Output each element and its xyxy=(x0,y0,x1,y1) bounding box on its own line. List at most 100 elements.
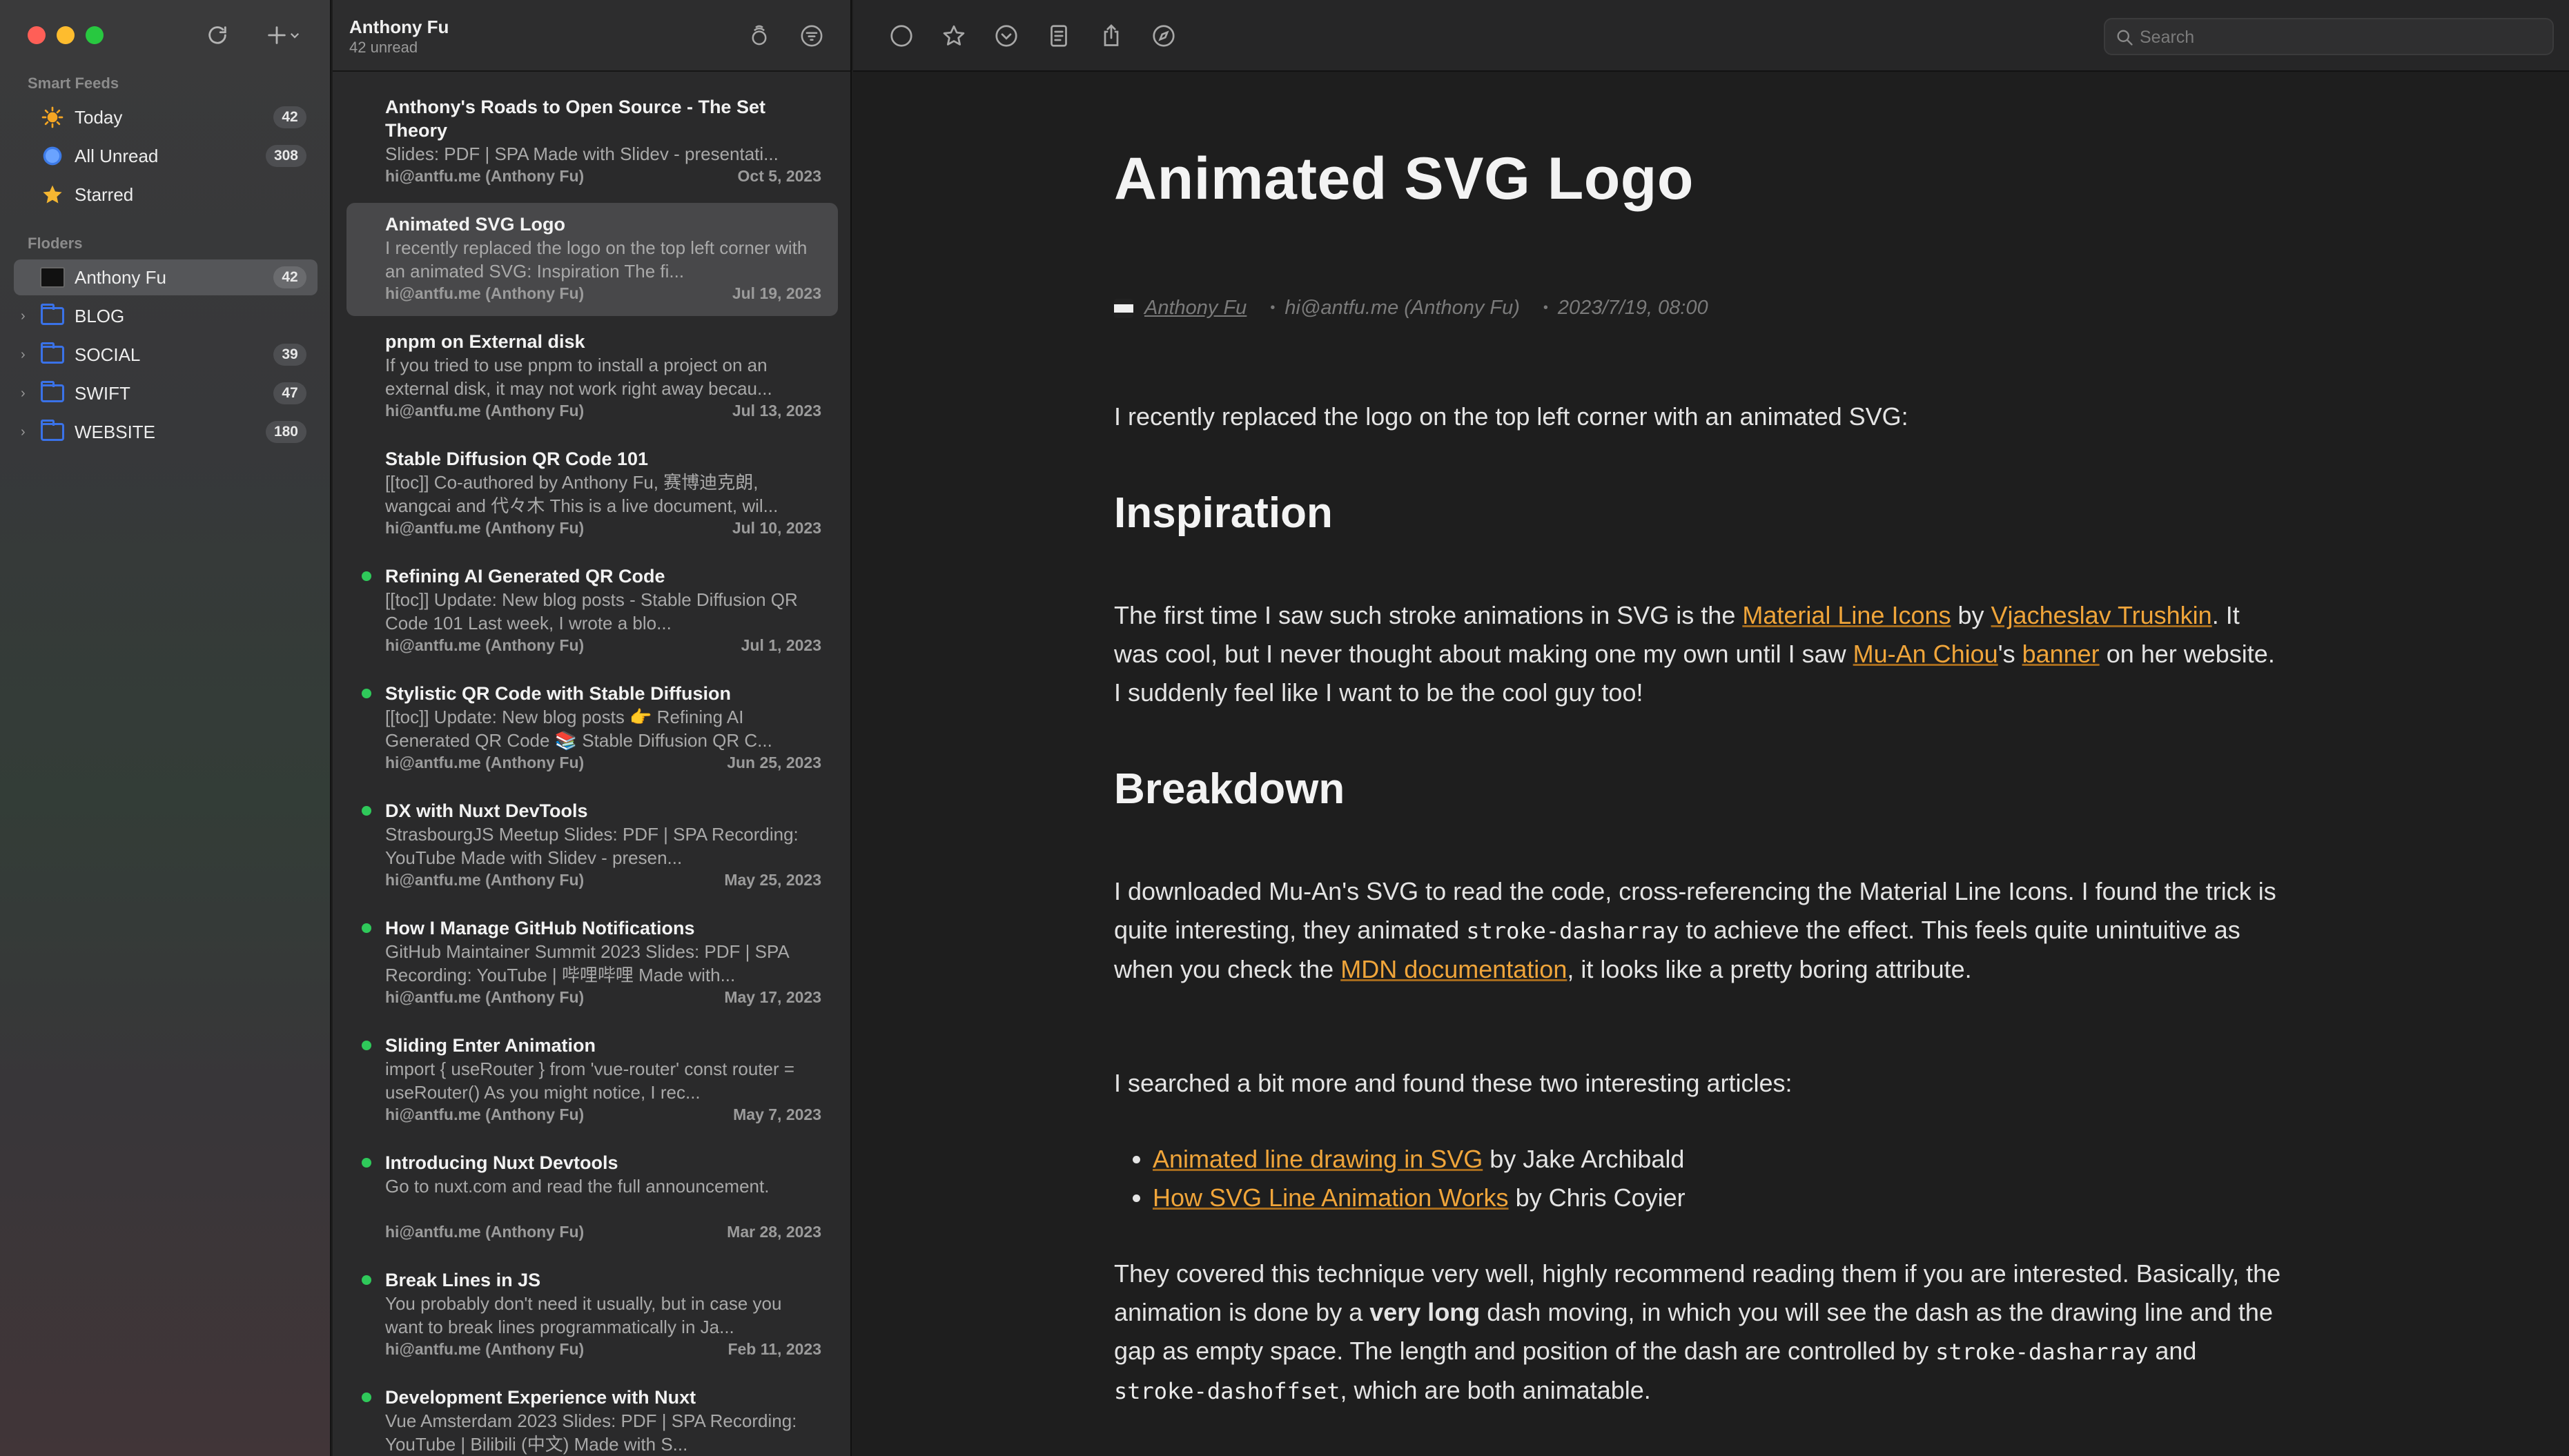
article-date: Mar 28, 2023 xyxy=(727,1223,821,1241)
text-run: , it looks like a pretty boring attribut… xyxy=(1567,955,1972,983)
add-button[interactable] xyxy=(257,18,309,52)
folder-item-blog[interactable]: › BLOG xyxy=(14,298,318,334)
text-run: 's xyxy=(1997,640,2022,668)
unread-dot xyxy=(362,1158,371,1168)
folder-item-social[interactable]: › SOCIAL 39 xyxy=(14,337,318,373)
next-unread-button[interactable] xyxy=(990,19,1023,52)
article-byline: Anthony Fu • hi@antfu.me (Anthony Fu) • … xyxy=(1114,297,1708,319)
unread-count-badge: 39 xyxy=(273,344,306,366)
svg-line-animation-link[interactable]: How SVG Line Animation Works xyxy=(1153,1183,1509,1212)
plus-icon xyxy=(268,26,286,44)
reader-pane: Animated SVG Logo Anthony Fu • hi@antfu.… xyxy=(853,0,2569,1456)
folder-item-swift[interactable]: › SWIFT 47 xyxy=(14,375,318,411)
article-date: May 17, 2023 xyxy=(724,988,821,1006)
article-title: Break Lines in JS xyxy=(385,1270,541,1290)
smart-feed-starred[interactable]: Starred xyxy=(14,177,318,213)
author-avatar xyxy=(1114,298,1133,318)
share-button[interactable] xyxy=(1095,19,1128,52)
text-run: by xyxy=(1951,601,1991,629)
article-list-item[interactable]: Sliding Enter Animation import { useRoute… xyxy=(346,1024,838,1137)
chevron-right-icon[interactable]: › xyxy=(21,424,26,440)
article-list-item[interactable]: Refining AI Generated QR Code [[toc]] Upd… xyxy=(346,555,838,668)
filter-button[interactable] xyxy=(797,21,827,51)
article-preview: Go to nuxt.com and read the full announc… xyxy=(385,1176,770,1197)
article-author: hi@antfu.me (Anthony Fu) xyxy=(385,988,585,1006)
text-run: , which are both animatable. xyxy=(1340,1376,1651,1404)
article-preview: [[toc]] Co-authored by Anthony Fu, 赛博迪克朗… xyxy=(385,472,779,516)
chevron-right-icon[interactable]: › xyxy=(21,308,26,324)
document-icon xyxy=(1051,25,1067,47)
article-meta: hi@antfu.me (Anthony Fu) May 25, 2023 xyxy=(385,871,821,889)
article-list-item[interactable]: Animated SVG Logo I recently replaced the… xyxy=(346,203,838,316)
article-title: Animated SVG Logo xyxy=(1114,146,1694,212)
author-link[interactable]: Anthony Fu xyxy=(1144,297,1247,319)
author-email: hi@antfu.me (Anthony Fu) xyxy=(1284,297,1520,319)
smart-feeds-header: Smart Feeds xyxy=(28,75,119,92)
chevron-right-icon[interactable]: › xyxy=(21,347,26,363)
article-preview: I recently replaced the logo on the top … xyxy=(385,237,808,282)
article-list-item[interactable]: How I Manage GitHub Notifications GitHub … xyxy=(346,907,838,1020)
article-date: May 7, 2023 xyxy=(733,1105,821,1123)
article-title: Sliding Enter Animation xyxy=(385,1035,596,1056)
star-button[interactable] xyxy=(937,19,970,52)
vjacheslav-trushkin-link[interactable]: Vjacheslav Trushkin xyxy=(1991,601,2212,629)
feed-title: Anthony Fu xyxy=(349,17,449,37)
folder-icon xyxy=(40,381,65,406)
chevron-right-icon[interactable]: › xyxy=(21,386,26,402)
search-input[interactable] xyxy=(2140,25,2540,50)
article-list-item[interactable]: Break Lines in JS You probably don't need… xyxy=(346,1259,838,1372)
article-title: DX with Nuxt DevTools xyxy=(385,800,588,821)
byline-separator: • xyxy=(1270,300,1276,315)
folder-item-anthony-fu[interactable]: Anthony Fu 42 xyxy=(14,259,318,295)
article-list-item[interactable]: Development Experience with Nuxt Vue Amst… xyxy=(346,1376,838,1456)
refresh-button[interactable] xyxy=(200,18,235,52)
article-preview: import { useRouter } from 'vue-router' c… xyxy=(385,1059,795,1103)
list-item: Animated line drawing in SVG by Jake Arc… xyxy=(1153,1140,2257,1179)
mdn-documentation-link[interactable]: MDN documentation xyxy=(1340,955,1567,983)
mark-all-read-button[interactable] xyxy=(744,21,774,51)
list-item: How SVG Line Animation Works by Chris Co… xyxy=(1153,1179,2257,1217)
minimize-window-button[interactable] xyxy=(57,26,75,44)
article-title: Refining AI Generated QR Code xyxy=(385,566,665,587)
article-list-item[interactable]: Introducing Nuxt Devtools Go to nuxt.com … xyxy=(346,1141,838,1255)
article-meta: hi@antfu.me (Anthony Fu) Jul 1, 2023 xyxy=(385,636,821,655)
technique-paragraph: They covered this technique very well, h… xyxy=(1114,1255,2287,1410)
close-window-button[interactable] xyxy=(28,26,46,44)
article-title: Development Experience with Nuxt xyxy=(385,1387,696,1408)
material-line-icons-link[interactable]: Material Line Icons xyxy=(1742,601,1951,629)
mu-an-chiou-link[interactable]: Mu-An Chiou xyxy=(1853,640,1998,668)
article-title: Animated SVG Logo xyxy=(385,214,566,235)
article-author: hi@antfu.me (Anthony Fu) xyxy=(385,167,585,185)
circle-icon xyxy=(890,25,912,47)
feed-favicon-icon xyxy=(40,265,65,290)
zoom-window-button[interactable] xyxy=(86,26,104,44)
unread-dot xyxy=(362,806,371,816)
mark-unread-button[interactable] xyxy=(885,19,918,52)
folder-icon xyxy=(40,304,65,328)
open-in-browser-button[interactable] xyxy=(1147,19,1180,52)
article-list-item[interactable]: pnpm on External disk If you tried to use… xyxy=(346,320,838,433)
smart-feed-today[interactable]: Today 42 xyxy=(14,99,318,135)
heading-breakdown: Breakdown xyxy=(1114,765,1345,813)
article-date: Jun 25, 2023 xyxy=(727,754,821,771)
article-list-item[interactable]: Anthony's Roads to Open Source - The Set… xyxy=(346,86,838,199)
article-list-item[interactable]: Stable Diffusion QR Code 101 [[toc]] Co-a… xyxy=(346,437,838,551)
article-meta: hi@antfu.me (Anthony Fu) Mar 28, 2023 xyxy=(385,1223,821,1241)
mark-all-read-icon xyxy=(752,25,767,46)
smart-feed-label: All Unread xyxy=(75,145,159,166)
animated-line-drawing-link[interactable]: Animated line drawing in SVG xyxy=(1153,1145,1483,1173)
article-meta: hi@antfu.me (Anthony Fu) Jul 13, 2023 xyxy=(385,402,821,420)
banner-link[interactable]: banner xyxy=(2022,640,2100,668)
folder-item-website[interactable]: › WEBSITE 180 xyxy=(14,414,318,450)
article-list-item[interactable]: Stylistic QR Code with Stable Diffusion [… xyxy=(346,672,838,785)
article-author: hi@antfu.me (Anthony Fu) xyxy=(385,1340,585,1358)
chevron-circle-down-icon xyxy=(995,25,1017,47)
smart-feed-all-unread[interactable]: All Unread 308 xyxy=(14,138,318,174)
window-controls xyxy=(28,26,104,44)
search-field[interactable] xyxy=(2104,18,2554,55)
text-run: by Jake Archibald xyxy=(1483,1145,1685,1173)
article-meta: hi@antfu.me (Anthony Fu) Feb 11, 2023 xyxy=(385,1340,821,1359)
article-list-item[interactable]: DX with Nuxt DevTools StrasbourgJS Meetup… xyxy=(346,789,838,903)
article-title: Introducing Nuxt Devtools xyxy=(385,1152,618,1173)
reader-view-button[interactable] xyxy=(1042,19,1075,52)
